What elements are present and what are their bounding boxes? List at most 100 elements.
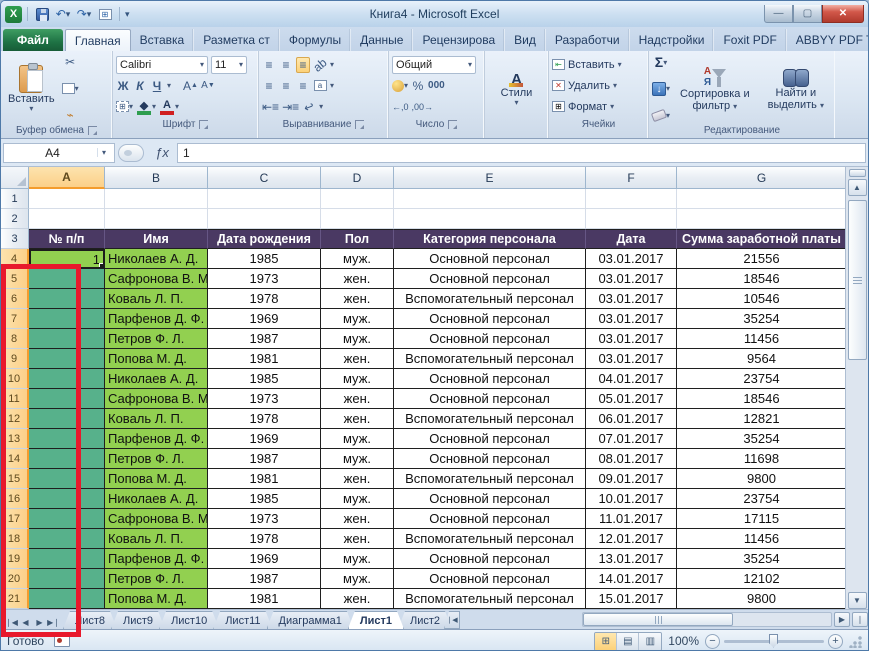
tab-foxit-pdf[interactable]: Foxit PDF [714,29,786,51]
cell-G8[interactable]: 11456 [677,329,847,349]
qat-customize-icon[interactable]: ▾ [125,9,130,20]
cell-E18[interactable]: Вспомогательный персонал [394,529,586,549]
cell-F9[interactable]: 03.01.2017 [586,349,677,369]
cell-G12[interactable]: 12821 [677,409,847,429]
copy-icon[interactable]: ▾ [62,81,79,97]
cell-D5[interactable]: жен. [321,269,394,289]
cell-G11[interactable]: 18546 [677,389,847,409]
cell-A15[interactable] [29,469,105,489]
tab-file[interactable]: Файл [3,29,63,51]
column-header-A[interactable]: A [29,167,105,189]
cell-B8[interactable]: Петров Ф. Л. [105,329,208,349]
cell-B9[interactable]: Попова М. Д. [105,349,208,369]
cell-E16[interactable]: Основной персонал [394,489,586,509]
fill-button[interactable]: ↓▾ [652,81,670,97]
cell-A14[interactable] [29,449,105,469]
dialog-launcher-icon[interactable] [199,120,208,129]
cell-E20[interactable]: Основной персонал [394,569,586,589]
page-layout-view-icon[interactable]: ▤ [617,633,639,650]
formula-bar-handle[interactable] [118,144,144,162]
bold-button[interactable]: Ж [116,78,130,94]
sheet-tab-лист2[interactable]: Лист2 [398,611,452,629]
cell-F20[interactable]: 14.01.2017 [586,569,677,589]
column-header-G[interactable]: G [677,167,847,189]
font-name-select[interactable]: Calibri▾ [116,56,208,74]
cell-D2[interactable] [321,209,394,229]
dialog-launcher-icon[interactable] [355,120,364,129]
dialog-launcher-icon[interactable] [88,126,97,135]
cell-E15[interactable]: Вспомогательный персонал [394,469,586,489]
paste-button[interactable]: Вставить▾ [4,53,59,124]
cell-C13[interactable]: 1969 [208,429,321,449]
column-header-B[interactable]: B [105,167,208,189]
cell-D10[interactable]: муж. [321,369,394,389]
scroll-right-icon[interactable]: ▶ [834,612,850,627]
cell-C8[interactable]: 1987 [208,329,321,349]
increase-indent-icon[interactable]: ⇥≡ [282,99,299,115]
cell-A9[interactable] [29,349,105,369]
cell-B13[interactable]: Парфенов Д. Ф. [105,429,208,449]
next-sheet-icon[interactable]: ▶ [33,618,46,627]
name-box[interactable]: A4 ▾ [3,143,115,163]
cell-A7[interactable] [29,309,105,329]
wrap-text-icon[interactable]: ↩ [300,97,319,117]
cell-B5[interactable]: Сафронова В. М. [105,269,208,289]
cell-B2[interactable] [105,209,208,229]
increase-font-icon[interactable]: А▲ [183,78,198,94]
macro-record-icon[interactable] [54,635,70,647]
column-header-F[interactable]: F [586,167,677,189]
merge-center-icon[interactable]: a [313,78,327,94]
align-middle-icon[interactable]: ≡ [279,57,293,73]
thousands-icon[interactable]: 000 [428,78,445,94]
cell-B20[interactable]: Петров Ф. Л. [105,569,208,589]
decrease-decimal-icon[interactable]: ,00→ [412,99,434,115]
cell-E9[interactable]: Вспомогательный персонал [394,349,586,369]
zoom-track[interactable] [724,640,824,643]
cell-F7[interactable]: 03.01.2017 [586,309,677,329]
cell-F1[interactable] [586,189,677,209]
cell-D6[interactable]: жен. [321,289,394,309]
cell-F11[interactable]: 05.01.2017 [586,389,677,409]
cell-B21[interactable]: Попова М. Д. [105,589,208,609]
tab-abbyy-pdf-t[interactable]: ABBYY PDF T [787,29,869,51]
cell-E12[interactable]: Вспомогательный персонал [394,409,586,429]
cell-C11[interactable]: 1973 [208,389,321,409]
align-top-icon[interactable]: ≡ [262,57,276,73]
scroll-down-icon[interactable]: ▼ [848,592,867,609]
cell-G20[interactable]: 12102 [677,569,847,589]
format-cells-button[interactable]: ⊞ Формат▾ [552,96,645,117]
row-header-6[interactable]: 6 [1,289,29,309]
sheet-tab-лист1[interactable]: Лист1 [348,611,404,629]
format-painter-icon[interactable]: ⌁ [62,107,79,123]
tab-разметка-ст[interactable]: Разметка ст [194,29,280,51]
column-header-D[interactable]: D [321,167,394,189]
cell-A8[interactable] [29,329,105,349]
cell-C7[interactable]: 1969 [208,309,321,329]
cell-A20[interactable] [29,569,105,589]
row-header-7[interactable]: 7 [1,309,29,329]
cell-A16[interactable] [29,489,105,509]
increase-decimal-icon[interactable]: ←,0 [392,99,409,115]
sort-filter-button[interactable]: АЯ Сортировка и фильтр ▾ [673,53,757,124]
cell-G2[interactable] [677,209,847,229]
row-header-4[interactable]: 4 [1,249,29,269]
cell-C1[interactable] [208,189,321,209]
cell-D1[interactable] [321,189,394,209]
orientation-icon[interactable]: ab [309,54,330,75]
row-header-8[interactable]: 8 [1,329,29,349]
cell-B6[interactable]: Коваль Л. П. [105,289,208,309]
cell-A19[interactable] [29,549,105,569]
cell-G7[interactable]: 35254 [677,309,847,329]
cell-G14[interactable]: 11698 [677,449,847,469]
row-header-9[interactable]: 9 [1,349,29,369]
cell-E17[interactable]: Основной персонал [394,509,586,529]
percent-icon[interactable]: % [411,78,425,94]
excel-logo-icon[interactable]: X [5,6,22,23]
cell-A6[interactable] [29,289,105,309]
cell-F8[interactable]: 03.01.2017 [586,329,677,349]
horizontal-scrollbar[interactable]: ▶ ❘ [582,611,868,628]
cell-B14[interactable]: Петров Ф. Л. [105,449,208,469]
row-header-19[interactable]: 19 [1,549,29,569]
close-button[interactable]: ✕ [822,5,864,23]
tab-главная[interactable]: Главная [65,29,131,51]
